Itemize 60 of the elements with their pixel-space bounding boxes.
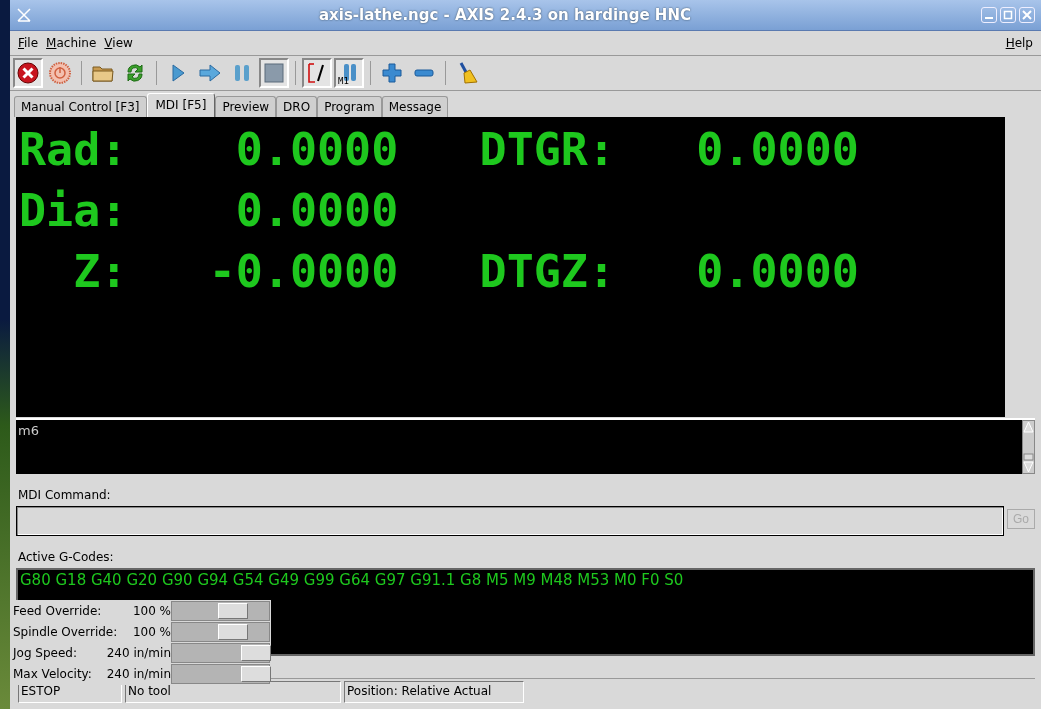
mdi-command-field[interactable] xyxy=(16,506,1004,536)
estop-icon xyxy=(17,62,39,84)
toolbar-button[interactable]: M1 xyxy=(334,58,364,88)
section-label: Active G-Codes: xyxy=(18,550,115,564)
slider-label: Feed Override: xyxy=(13,604,102,618)
menu-item[interactable]: Help xyxy=(1001,36,1037,50)
slider-track[interactable] xyxy=(171,643,270,663)
tab[interactable]: DRO xyxy=(276,96,318,117)
axis-label: Dia: xyxy=(19,184,128,239)
dtg-label: DTGZ: xyxy=(479,245,615,300)
slider-label: Jog Speed: xyxy=(13,646,77,660)
step-arrow-icon xyxy=(199,62,221,84)
close-icon[interactable] xyxy=(1019,7,1035,23)
dtg-value: 0.0000 xyxy=(695,245,859,300)
status-field: Position: Relative Actual xyxy=(344,681,524,703)
slider-thumb[interactable] xyxy=(217,624,248,640)
status-field: No tool xyxy=(125,681,341,703)
app-logo-icon xyxy=(16,7,32,23)
tab[interactable]: Program xyxy=(317,96,382,117)
tab[interactable]: MDI [F5] xyxy=(146,93,216,117)
window-title: axis-lathe.ngc - AXIS 2.4.3 on hardinge HNC xyxy=(318,6,692,24)
axis-value: -0.0000 xyxy=(207,245,399,300)
plus-icon xyxy=(381,62,403,84)
slider-label: Spindle Override: xyxy=(13,625,118,639)
slider-label: Max Velocity: xyxy=(13,667,92,681)
menu-item[interactable]: Machine xyxy=(42,36,101,50)
menu-item[interactable]: File xyxy=(14,36,43,50)
slider-thumb[interactable] xyxy=(241,666,271,682)
slider-reading: 240 in/min xyxy=(106,646,171,660)
slider-reading: 100 % xyxy=(132,625,171,639)
tab[interactable]: Manual Control [F3] xyxy=(14,96,147,117)
slider-thumb[interactable] xyxy=(217,603,248,619)
tab[interactable]: Message xyxy=(381,96,449,117)
toolbar-button[interactable] xyxy=(13,58,43,88)
slider-track[interactable] xyxy=(171,601,270,621)
menu-item[interactable]: View xyxy=(100,36,137,50)
field-label: MDI Command: xyxy=(18,488,112,502)
dtg-label: DTGR: xyxy=(479,123,615,178)
reload-icon xyxy=(124,62,146,84)
gcodes-text: G80 G18 G40 G20 G90 G94 G54 G49 G99 G64 G97 G91.1 G8 M5 M9 M48 M53 M0 F0 S0 xyxy=(20,571,684,589)
tab[interactable]: Preview xyxy=(215,96,277,117)
axis-value: 0.0000 xyxy=(234,184,399,239)
slider-reading: 240 in/min xyxy=(106,667,171,681)
slider-track[interactable] xyxy=(171,664,270,684)
maximize-icon[interactable] xyxy=(1000,7,1016,23)
axis-label: Z: xyxy=(72,245,128,300)
history-entry[interactable]: m6 xyxy=(18,423,1020,438)
axis-label: Rad: xyxy=(19,123,128,178)
scrollbar[interactable] xyxy=(1022,420,1035,474)
slider-thumb[interactable] xyxy=(241,645,271,661)
toolbar-button[interactable] xyxy=(302,58,332,88)
minimize-icon[interactable] xyxy=(981,7,997,23)
scroll-down-icon[interactable] xyxy=(1023,453,1034,473)
dtg-value: 0.0000 xyxy=(695,123,859,178)
button-label: M1 xyxy=(338,76,349,86)
axis-value: 0.0000 xyxy=(234,123,399,178)
slider-reading: 100 % xyxy=(132,604,171,618)
slider-track[interactable] xyxy=(171,622,270,642)
power-icon xyxy=(49,62,71,84)
stop-icon xyxy=(263,62,285,84)
